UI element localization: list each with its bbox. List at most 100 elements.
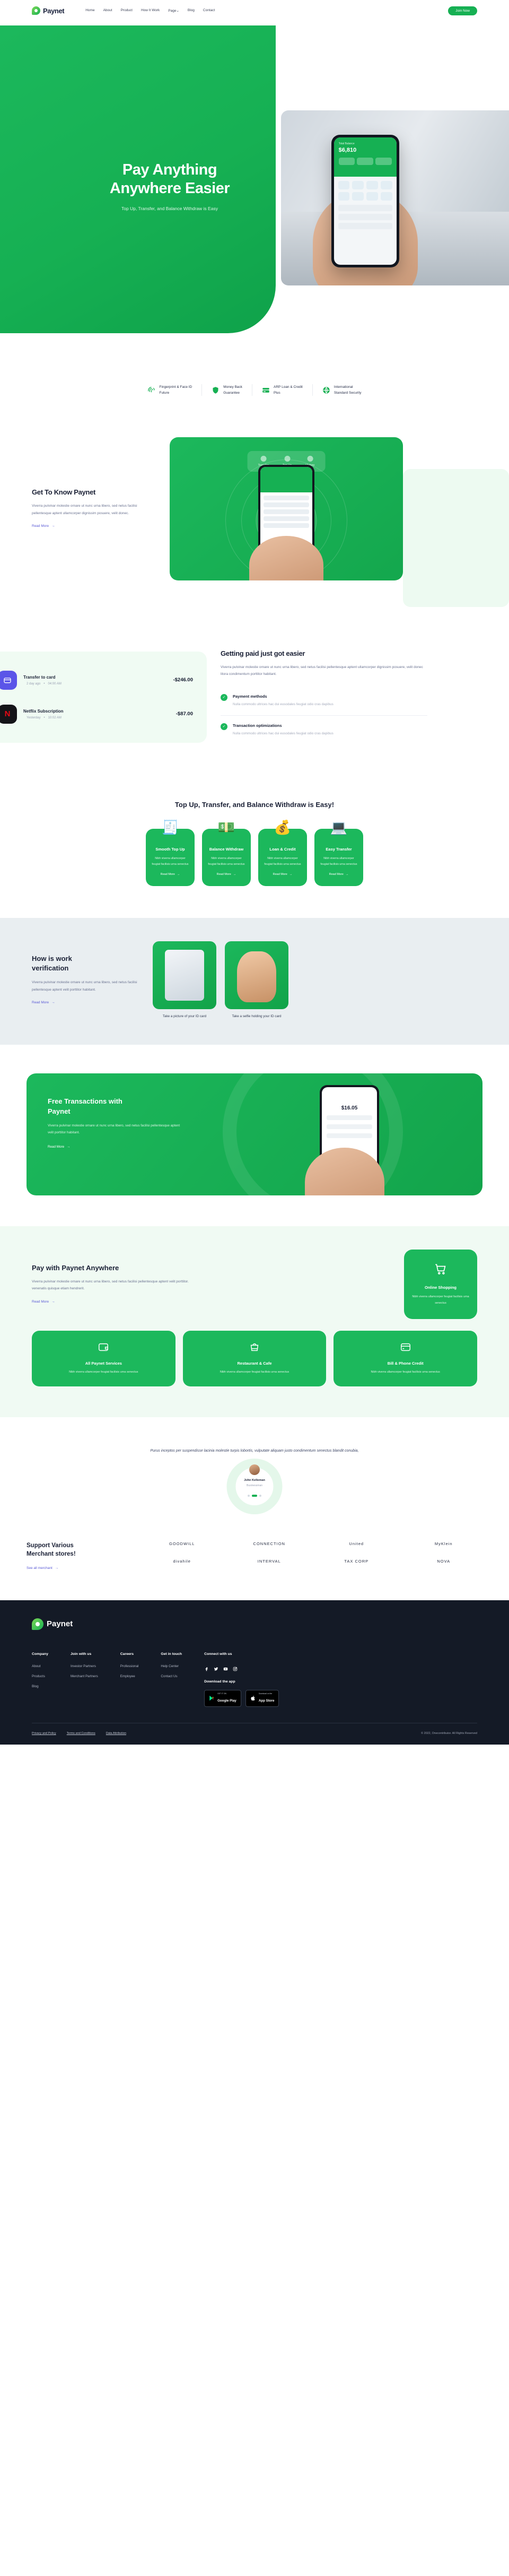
hero-phone-mockup: Total Balance $6,810 (331, 135, 399, 268)
nav-item-home[interactable]: Home (85, 8, 94, 13)
card-restaurant-cafe[interactable]: Restaurant & Cafe Nibh viverra ullamcorp… (182, 1331, 327, 1386)
nav-item-product[interactable]: Product (121, 8, 133, 13)
merchant-logo: MyKlein (434, 1541, 453, 1546)
anywhere-read-more-link[interactable]: Read More → (32, 1300, 55, 1304)
footer-link-contact-us[interactable]: Contact Us (161, 1675, 182, 1678)
badge-title: Google Play (217, 1698, 236, 1703)
google-play-badge[interactable]: GET IT ON Google Play (204, 1689, 241, 1707)
feature-label-line2: Plus (274, 391, 280, 395)
footer-brand[interactable]: Paynet (32, 1618, 477, 1630)
join-now-button[interactable]: Join Now (448, 6, 477, 15)
testimonial-section: Purus inceptos per suspendisse lacinia m… (0, 1417, 509, 1523)
know-read-more-link[interactable]: Read More → (32, 524, 55, 528)
brand-logo[interactable]: Paynet (32, 6, 65, 15)
verify-caption: Take a picture of your ID card (162, 1014, 207, 1019)
card-read-more-link[interactable]: Read More → (329, 873, 349, 876)
shield-icon (213, 386, 218, 394)
table-row[interactable]: Transfer to card 2 day ago • 04:00 AM -$24… (0, 663, 193, 697)
transaction-meta: 2 day ago • 04:00 AM (27, 682, 62, 686)
phone-action-chips (338, 158, 392, 166)
fingerprint-icon (148, 386, 155, 392)
arrow-right-icon: → (55, 1566, 59, 1570)
check-title: Transaction optimizations (233, 723, 282, 728)
cards4-grid: 🧾 Smooth Top Up Nibh viverra ullamcorper… (0, 819, 509, 887)
footer-link-data-attribution[interactable]: Data Attribution (106, 1732, 126, 1735)
merchant-logo: TAX CORP (344, 1558, 369, 1564)
card-title: Easy Transfer (326, 847, 352, 852)
shopping-bag-icon (250, 1343, 259, 1351)
card-loan-credit[interactable]: 💰 Loan & Credit Nibh viverra ullamcorper… (258, 819, 307, 887)
see-all-merchant-link[interactable]: See all merchant → (27, 1566, 58, 1570)
arrow-right-icon: → (67, 1144, 71, 1149)
facebook-icon[interactable] (204, 1664, 209, 1671)
testimonial-quote: Purus inceptos per suspendisse lacinia m… (150, 1449, 359, 1453)
card-all-paynet-services[interactable]: All Paynet Services Nibh viverra ullamco… (32, 1331, 175, 1386)
footer-link-about[interactable]: About (32, 1664, 48, 1668)
card-read-more-link[interactable]: Read More → (217, 873, 236, 876)
card-smooth-top-up[interactable]: 🧾 Smooth Top Up Nibh viverra ullamcorper… (146, 819, 195, 887)
card-balance-withdraw[interactable]: 💵 Balance Withdraw Nibh viverra ullamcor… (202, 819, 251, 887)
card-title: All Paynet Services (85, 1361, 122, 1366)
youtube-icon[interactable] (223, 1664, 228, 1671)
merchants-title: Support Various Merchant stores! (27, 1542, 76, 1558)
merchant-logo: GOODWILL (169, 1541, 195, 1546)
card-desc: Nibh viverra ullamcorper feugiat facilis… (220, 1371, 289, 1374)
footer-link-professional[interactable]: Professional (120, 1664, 139, 1668)
card-online-shopping[interactable]: Online Shopping Nibh viverra ullamcorper… (404, 1250, 477, 1320)
transaction-name: Netflix Subscription (23, 708, 64, 714)
footer-link-investor-partners[interactable]: Investor Partners (71, 1664, 98, 1668)
footer-column-join: Join with us Investor Partners Merchant … (71, 1652, 98, 1707)
card-read-more-link[interactable]: Read More → (273, 873, 293, 876)
free-transactions-card: Free Transactions with Paynet Viverra pul… (27, 1073, 482, 1196)
hero-copy: Pay Anything Anywhere Easier Top Up, Tra… (74, 161, 265, 211)
card-title: Smooth Top Up (155, 847, 185, 852)
phone-icon-grid (334, 177, 397, 205)
instagram-icon[interactable] (233, 1664, 238, 1671)
footer-link-terms[interactable]: Terms and Conditions (67, 1732, 95, 1735)
know-body: Viverra pulvinar molestie ornare ut nunc… (32, 504, 137, 515)
footer-link-help-center[interactable]: Help Center (161, 1664, 182, 1668)
feature-label-line2: Future (159, 391, 170, 395)
card-read-more-link[interactable]: Read More → (161, 873, 180, 876)
transaction-name: Transfer to card (23, 674, 56, 680)
footer-link-employee[interactable]: Employee (120, 1675, 139, 1678)
verify-cards: Take a picture of your ID card Take a se… (153, 941, 288, 1018)
getting-paid-section: Transfer to card 2 day ago • 04:00 AM -$24… (0, 628, 509, 782)
freetx-title: Free Transactions with Paynet (48, 1097, 122, 1115)
footer-link-products[interactable]: Products (32, 1675, 48, 1678)
nav-item-blog[interactable]: Blog (188, 8, 195, 13)
cash-icon: 💵 (217, 819, 235, 836)
verify-title: How is work verification (32, 955, 72, 972)
card-title: Bill & Phone Credit (387, 1361, 424, 1366)
twitter-icon[interactable] (214, 1664, 218, 1671)
phone-balance-label: Total Balance (338, 142, 355, 146)
merchant-logo: NOVA (437, 1558, 451, 1564)
merchant-logo: CONNECTION (253, 1541, 285, 1546)
card-bill-phone-credit[interactable]: Bill & Phone Credit Nibh viverra ullamco… (334, 1331, 478, 1386)
nav-item-page[interactable]: Page⌄ (168, 8, 179, 13)
list-item: ✓ Transaction optimizations Nulla commod… (221, 715, 427, 744)
paynet-logo-icon (32, 6, 40, 15)
receipt-icon: 🧾 (161, 819, 179, 836)
footer-link-blog[interactable]: Blog (32, 1685, 48, 1688)
verify-caption: Take a selfie holding your ID card (232, 1014, 282, 1019)
netflix-icon: N (0, 704, 17, 724)
get-to-know-section: Get To Know Paynet Viverra pulvinar mole… (0, 405, 509, 628)
verify-read-more-link[interactable]: Read More → (32, 1001, 55, 1004)
nav-item-how-it-work[interactable]: How It Work (141, 8, 160, 13)
app-store-badge[interactable]: Download on the App Store (245, 1689, 279, 1707)
card-easy-transfer[interactable]: 💻 Easy Transfer Nibh viverra ullamcorper… (314, 819, 363, 887)
nav-item-contact[interactable]: Contact (203, 8, 215, 13)
feature-label-line2: Guarantee (223, 391, 240, 395)
transaction-amount: -$246.00 (173, 677, 193, 683)
footer-link-privacy[interactable]: Privacy and Policy (32, 1732, 56, 1735)
freetx-read-more-link[interactable]: Read More → (48, 1145, 70, 1149)
footer-link-merchant-partners[interactable]: Merchant Partners (71, 1675, 98, 1678)
feature-fingerprint: Fingerprint & Face ID Future (138, 384, 203, 396)
verify-card-id: Take a picture of your ID card (153, 941, 216, 1018)
badge-title: App Store (258, 1698, 275, 1703)
feature-label-line1: ARP Loan & Credit (274, 385, 303, 389)
nav-item-about[interactable]: About (103, 8, 112, 13)
card-desc: Nibh viverra ullamcorper feugiat facilis… (208, 857, 245, 866)
table-row[interactable]: N Netflix Subscription Yesterday • 10:02 A… (0, 697, 193, 731)
